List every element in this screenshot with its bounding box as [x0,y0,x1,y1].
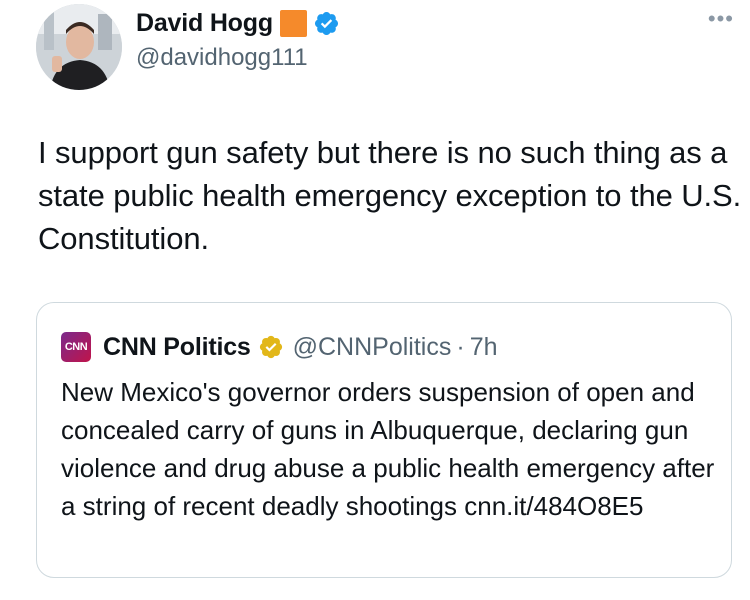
orange-square-icon [279,9,307,37]
quoted-tweet-header: CNN CNN Politics @CNNPolitics · 7h [61,331,498,363]
quoted-tweet-text: New Mexico's governor orders suspension … [61,377,715,521]
cnn-logo: CNN [61,332,91,362]
author-handle[interactable]: @davidhogg111 [136,44,308,72]
tweet-text: I support gun safety but there is no suc… [38,135,742,256]
quoted-timestamp[interactable]: 7h [470,333,498,362]
avatar[interactable] [36,4,122,90]
author-display-name[interactable]: David Hogg [136,9,273,38]
verified-badge-icon [314,11,338,35]
tweet: David Hogg @davidhogg111 ••• I support g… [0,0,750,600]
gold-verified-badge-icon [259,335,282,359]
quoted-handle[interactable]: @CNNPolitics [293,333,452,362]
author-name-row: David Hogg [136,6,340,40]
more-options-icon[interactable]: ••• [708,6,734,32]
quoted-tweet-card[interactable]: CNN CNN Politics @CNNPolitics · 7h New M… [36,302,732,578]
separator-dot: · [456,332,465,361]
quoted-display-name[interactable]: CNN Politics [103,333,251,362]
avatar-image [36,4,122,90]
